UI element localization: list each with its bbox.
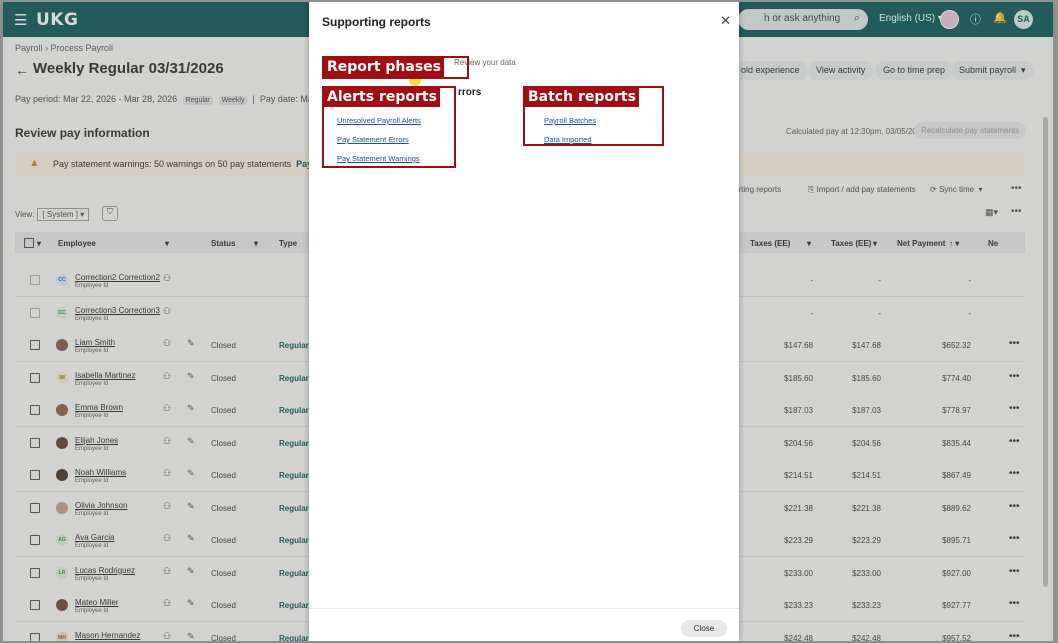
link-payroll-batches[interactable]: Payroll Batches xyxy=(544,116,596,125)
annotation-label: Batch reports xyxy=(525,88,639,107)
close-icon[interactable]: ✕ xyxy=(720,13,731,29)
annotation-label: Alerts reports xyxy=(324,88,440,107)
dialog-title: Supporting reports xyxy=(322,15,431,29)
annotation-report-phases: Report phases xyxy=(322,56,469,79)
link-pay-statement-errors[interactable]: Pay Statement Errors xyxy=(337,135,409,144)
dialog-footer-divider xyxy=(309,608,739,609)
annotation-label: Report phases xyxy=(324,58,444,77)
link-data-imported[interactable]: Data Imported xyxy=(544,135,592,144)
supporting-reports-dialog: Supporting reports ✕ Review your data rr… xyxy=(309,2,739,641)
close-button[interactable]: Close xyxy=(681,620,727,637)
errors-heading: rrors xyxy=(458,87,482,98)
app-frame: ☰ UKG h or ask anything ⌕ English (US) ▾… xyxy=(3,2,1053,641)
link-pay-statement-warnings[interactable]: Pay Statement Warnings xyxy=(337,154,420,163)
link-unresolved-payroll-alerts[interactable]: Unresolved Payroll Alerts xyxy=(337,116,421,125)
